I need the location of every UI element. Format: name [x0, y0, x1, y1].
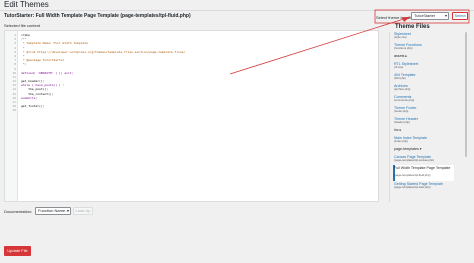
line-number: 19 — [12, 108, 16, 113]
file-item-name: assets ▸ — [394, 54, 408, 58]
file-item-path: (archive.php) — [394, 87, 411, 91]
file-item-path: (header.php) — [394, 120, 410, 124]
theme-file-list[interactable]: Stylesheet (style.css) Theme Functions (fun… — [389, 32, 468, 202]
file-item-path: (style.css) — [394, 35, 407, 39]
documentation-select-value: Function Name... — [38, 208, 69, 213]
lookup-button[interactable]: Look Up — [73, 207, 93, 215]
chevron-down-icon: ▾ — [66, 208, 69, 213]
file-list-scrollbar[interactable] — [465, 32, 467, 157]
theme-select-value: TutorStarter — [414, 13, 436, 18]
file-item-name: page-templates ▾ — [394, 147, 422, 151]
file-item-name: inc ▸ — [394, 128, 402, 132]
file-item-path: (comments.php) — [394, 98, 415, 102]
file-item-path: (rtl.css) — [394, 65, 404, 69]
file-item-path: (page-templates/tpl-start.php) — [394, 185, 431, 189]
file-item-path: (functions.php) — [394, 46, 413, 50]
theme-files-sidebar: Theme Files Stylesheet (style.css) Theme F… — [381, 24, 468, 202]
code-line: 19 — [5, 108, 378, 112]
code-lines: 1 <?php 2/** 3 * Template Name: Full Width … — [5, 33, 378, 113]
selected-file-label: Selected file content — [4, 23, 41, 28]
file-item-path: (index.php) — [394, 139, 408, 143]
file-heading: TutorStarter: Full Width Template Page T… — [4, 13, 191, 19]
header-divider — [0, 10, 474, 11]
documentation-label: Documentation: — [4, 209, 33, 214]
theme-select[interactable]: TutorStarter ▾ — [411, 12, 449, 20]
page-title: Edit Themes — [4, 0, 49, 9]
file-item-path: (404.php) — [394, 76, 406, 80]
file-item-path: (page-templates/tpl-canvas.php) — [394, 158, 435, 162]
file-item-name: Full Width Template Page Template — [394, 166, 451, 170]
theme-files-title: Theme Files — [395, 24, 430, 30]
code-editor[interactable]: 1 <?php 2/** 3 * Template Name: Full Width … — [4, 30, 379, 202]
file-item-path: (page-templates/tpl-fluid.php) — [394, 173, 431, 177]
update-file-button[interactable]: Update File — [4, 246, 31, 256]
theme-select-label: Select theme to edit: — [376, 15, 413, 20]
file-item-path: (footer.php) — [394, 109, 409, 113]
select-theme-button[interactable]: Select — [452, 12, 468, 20]
chevron-down-icon: ▾ — [444, 13, 447, 18]
documentation-select[interactable]: Function Name... ▾ — [35, 207, 71, 215]
